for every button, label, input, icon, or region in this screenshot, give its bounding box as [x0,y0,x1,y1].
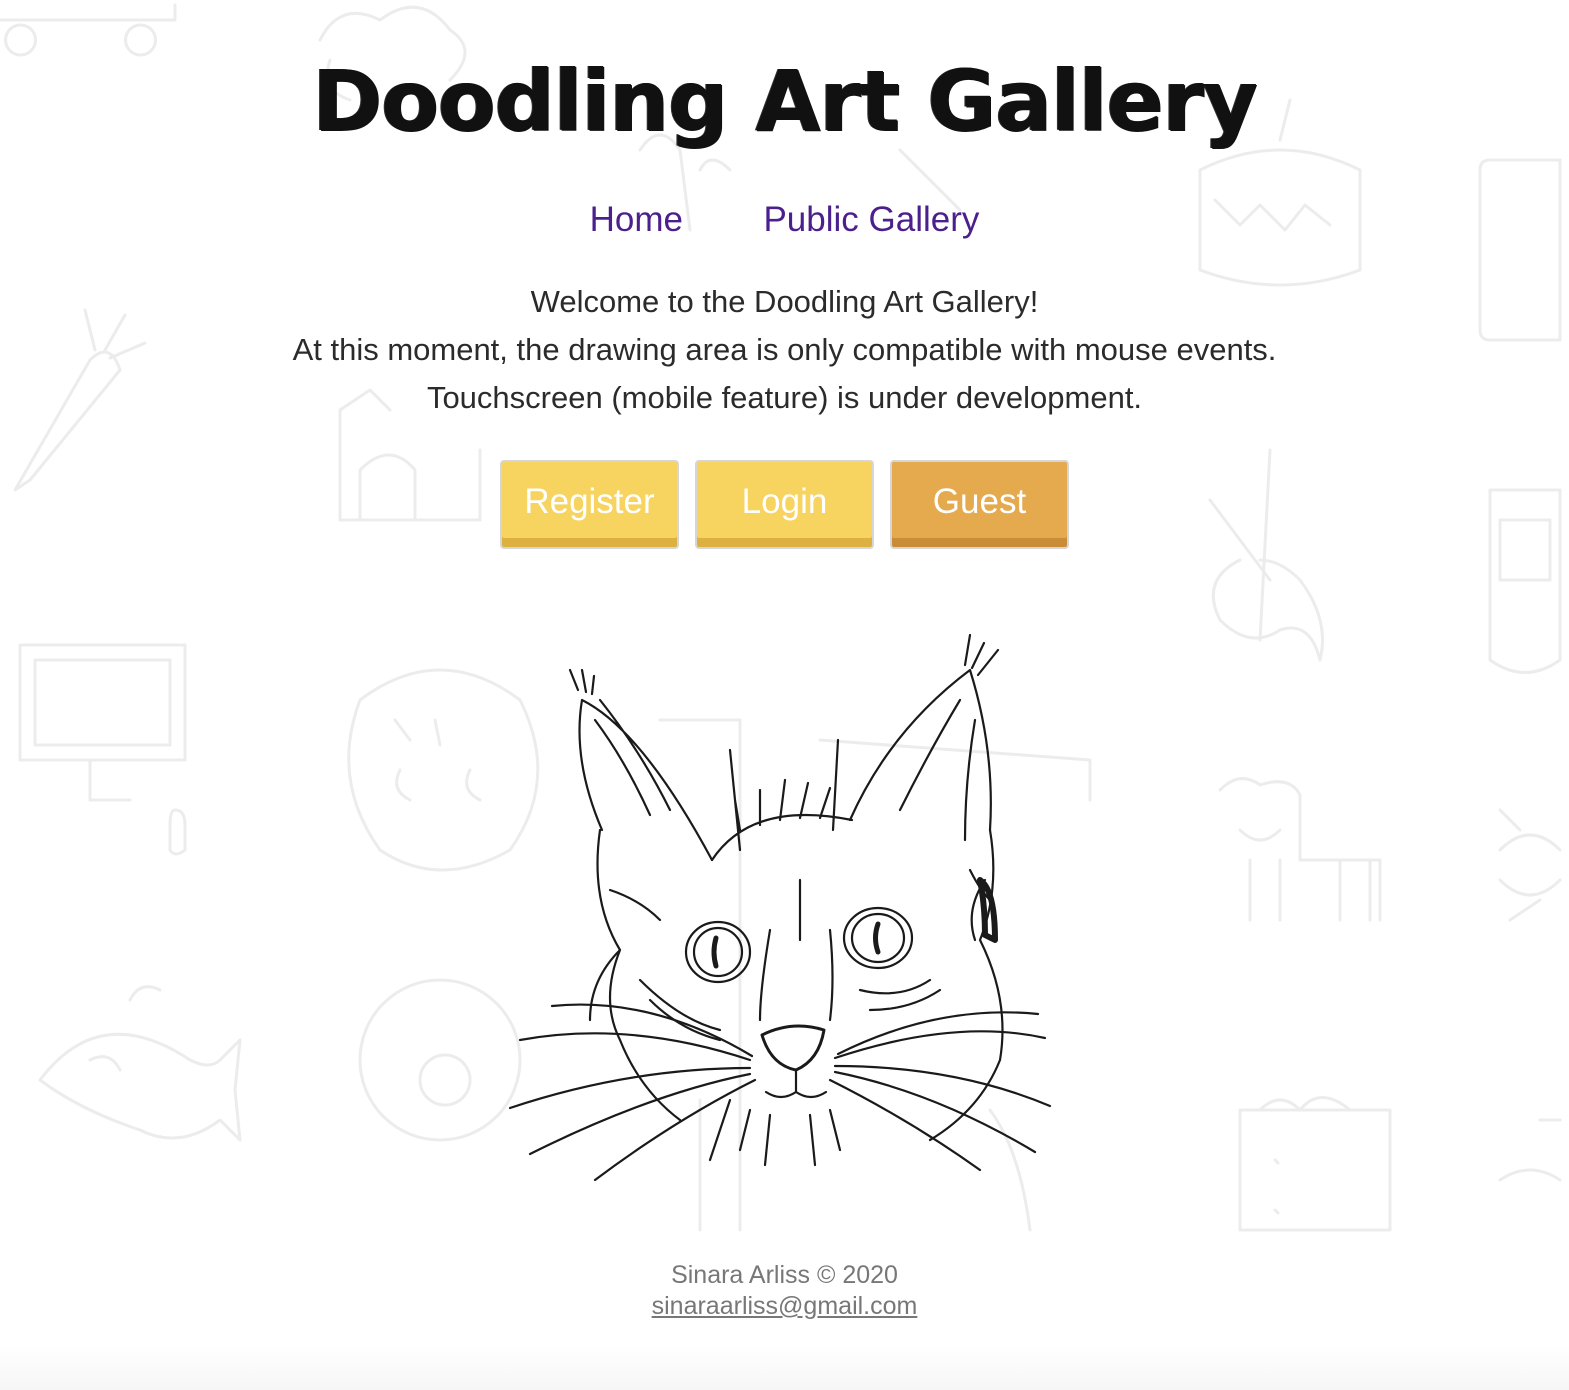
intro-line-mouse-note: At this moment, the drawing area is only… [292,332,1277,367]
login-button[interactable]: Login [695,460,874,549]
intro-text: Welcome to the Doodling Art Gallery! At … [0,278,1569,422]
bottom-band [0,1345,1569,1390]
page: Doodling Art Gallery Home Public Gallery… [0,0,1569,1390]
site-title: Doodling Art Gallery [312,52,1257,150]
footer-email-link[interactable]: sinaraarliss@gmail.com [652,1292,918,1320]
main-nav: Home Public Gallery [0,200,1569,240]
intro-line-touch-note: Touchscreen (mobile feature) is under de… [426,380,1143,415]
nav-link-home[interactable]: Home [590,200,683,240]
intro-line-welcome: Welcome to the Doodling Art Gallery! [530,284,1039,319]
auth-buttons: Register Login Guest [0,460,1569,549]
register-button[interactable]: Register [500,460,679,549]
footer-copyright: Sinara Arliss © 2020 [671,1261,898,1289]
cat-sketch-icon [508,633,1052,1182]
nav-link-public-gallery[interactable]: Public Gallery [763,200,979,240]
footer: Sinara Arliss © 2020 sinaraarliss@gmail.… [0,1260,1569,1322]
guest-button[interactable]: Guest [890,460,1069,549]
